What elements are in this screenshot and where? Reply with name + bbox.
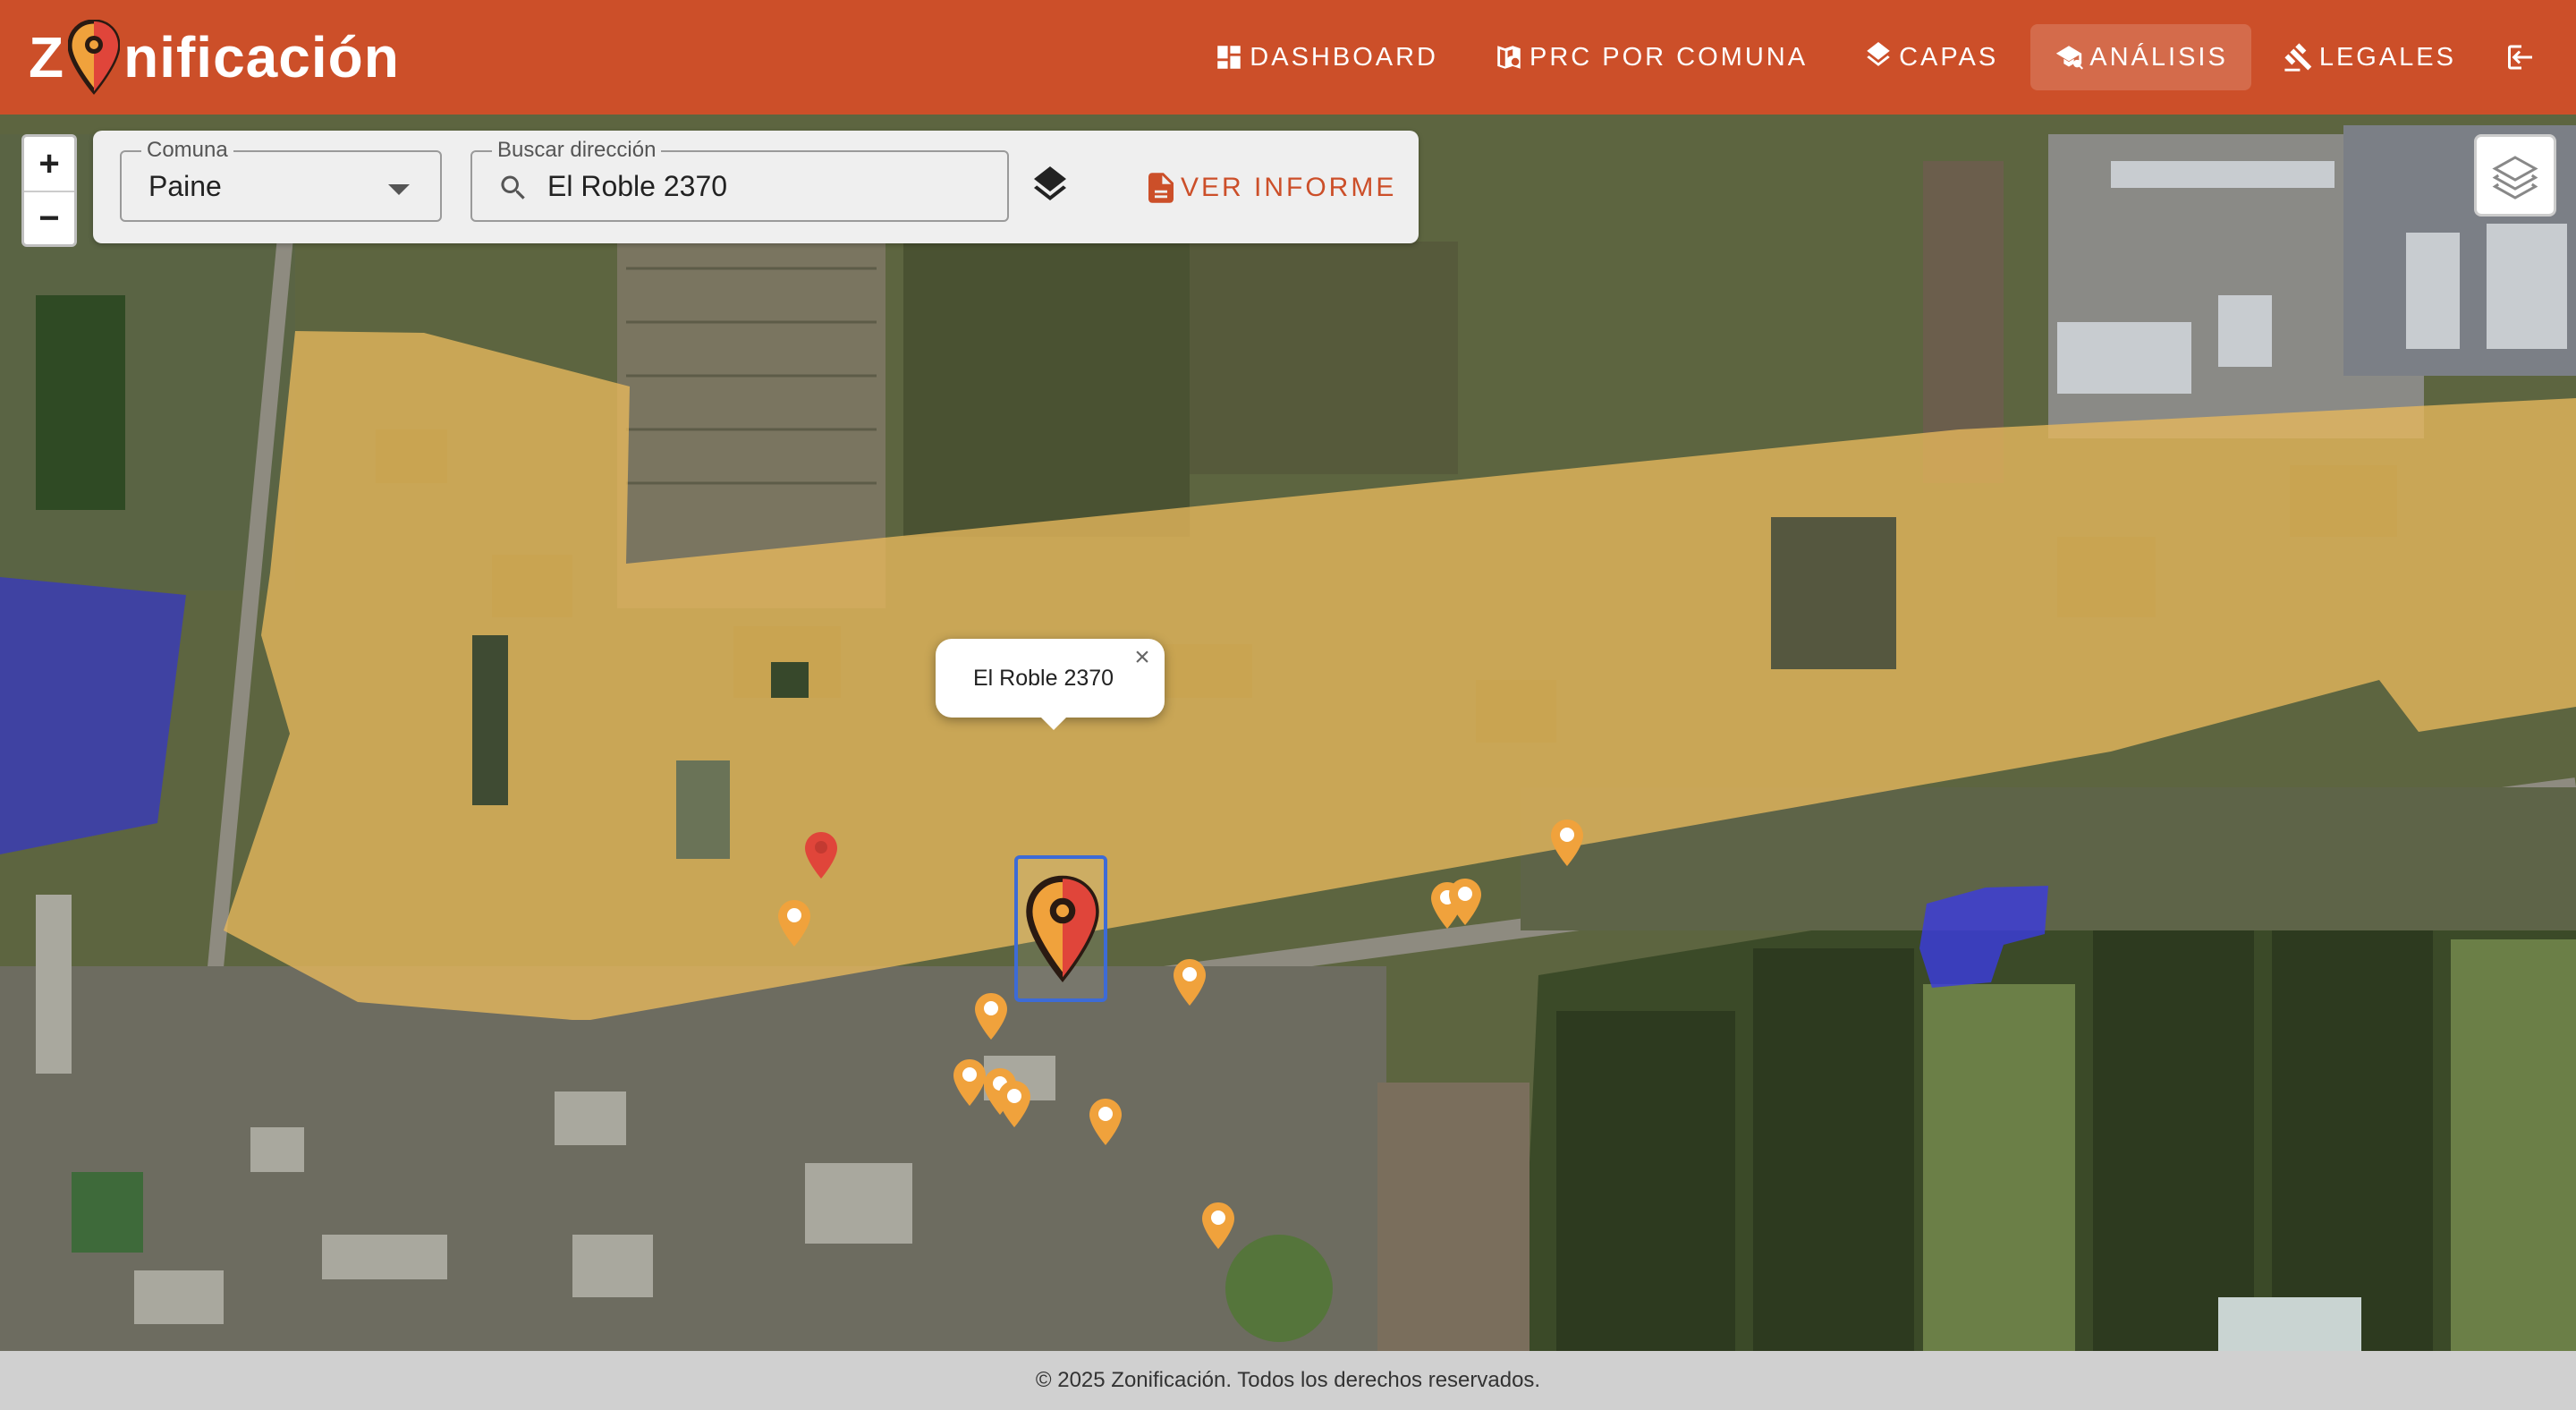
footer: © 2025 Zonificación. Todos los derechos …: [0, 1351, 2576, 1410]
gavel-icon: [2284, 43, 2312, 72]
dashboard-icon: [1217, 46, 1241, 69]
search-panel: Comuna Paine Buscar dirección El Roble 2…: [93, 131, 1419, 243]
map-marker[interactable]: [973, 991, 1009, 1041]
address-search-input[interactable]: Buscar dirección El Roble 2370: [470, 138, 1009, 222]
address-search-value: El Roble 2370: [547, 170, 728, 202]
comuna-value: Paine: [148, 170, 222, 202]
nav-prc-por-comuna[interactable]: PRC POR COMUNA: [1470, 24, 1831, 90]
search-icon: [501, 175, 525, 200]
comuna-select[interactable]: Comuna Paine: [120, 138, 442, 222]
logo-text-suffix: nificación: [123, 25, 400, 89]
selected-location-marker[interactable]: [1014, 855, 1107, 1002]
main-nav: DASHBOARD PRC POR COMUNA CAPAS ANÁLISIS …: [1191, 0, 2576, 115]
view-report-button[interactable]: VER INFORME: [1148, 163, 1396, 213]
nav-legales[interactable]: LEGALES: [2260, 24, 2479, 90]
map-imagery: [0, 115, 2576, 1351]
map-marker[interactable]: [1200, 1201, 1236, 1251]
popup-close-button[interactable]: ×: [1129, 644, 1156, 671]
logo-pin-icon: [68, 20, 121, 95]
layers-toggle-icon[interactable]: [1029, 166, 1072, 209]
logout-icon: [2508, 45, 2532, 70]
popup-tip: [1039, 716, 1068, 730]
nav-prc-label: PRC POR COMUNA: [1530, 42, 1809, 72]
dropdown-arrow-icon: [388, 184, 410, 195]
document-icon: [1148, 173, 1174, 203]
logout-button[interactable]: [2488, 24, 2555, 90]
address-search-label: Buscar dirección: [492, 138, 662, 163]
map-marker[interactable]: [996, 1079, 1032, 1129]
map-marker[interactable]: [1549, 818, 1585, 868]
base-layer-switcher[interactable]: [2474, 134, 2556, 217]
satellite-map[interactable]: [0, 115, 2576, 1351]
nav-dashboard[interactable]: DASHBOARD: [1191, 24, 1462, 90]
location-popup: El Roble 2370 ×: [936, 639, 1165, 730]
nav-capas-label: CAPAS: [1899, 42, 1999, 72]
zoom-control: + −: [21, 134, 77, 247]
nav-analisis[interactable]: ANÁLISIS: [2030, 24, 2251, 90]
nav-capas[interactable]: CAPAS: [1840, 24, 2021, 90]
nav-analisis-label: ANÁLISIS: [2089, 42, 2228, 72]
stacked-layers-icon: [2492, 156, 2538, 200]
popup-address: El Roble 2370: [973, 666, 1114, 691]
location-pin-icon: [1026, 875, 1099, 982]
top-navbar: Z nificación DASHBOARD PRC POR COMUNA CA…: [0, 0, 2576, 115]
logo-text-prefix: Z: [29, 25, 65, 89]
app-logo[interactable]: Z nificación: [29, 20, 400, 95]
zoom-in-button[interactable]: +: [24, 137, 74, 191]
view-report-label: VER INFORME: [1181, 173, 1397, 202]
map-marker[interactable]: [1447, 877, 1483, 927]
nav-legales-label: LEGALES: [2318, 42, 2456, 72]
map-marker[interactable]: [1172, 957, 1208, 1007]
map-search-icon: [1497, 46, 1521, 69]
map-marker-red[interactable]: [803, 830, 839, 880]
map-marker[interactable]: [776, 898, 812, 948]
layers-icon: [1867, 42, 1890, 66]
zoom-out-button[interactable]: −: [24, 191, 74, 244]
map-marker[interactable]: [1088, 1097, 1123, 1147]
copyright-text: © 2025 Zonificación. Todos los derechos …: [1035, 1368, 1541, 1392]
analysis-icon: [2056, 46, 2084, 70]
comuna-label: Comuna: [141, 138, 233, 163]
nav-dashboard-label: DASHBOARD: [1250, 42, 1438, 72]
